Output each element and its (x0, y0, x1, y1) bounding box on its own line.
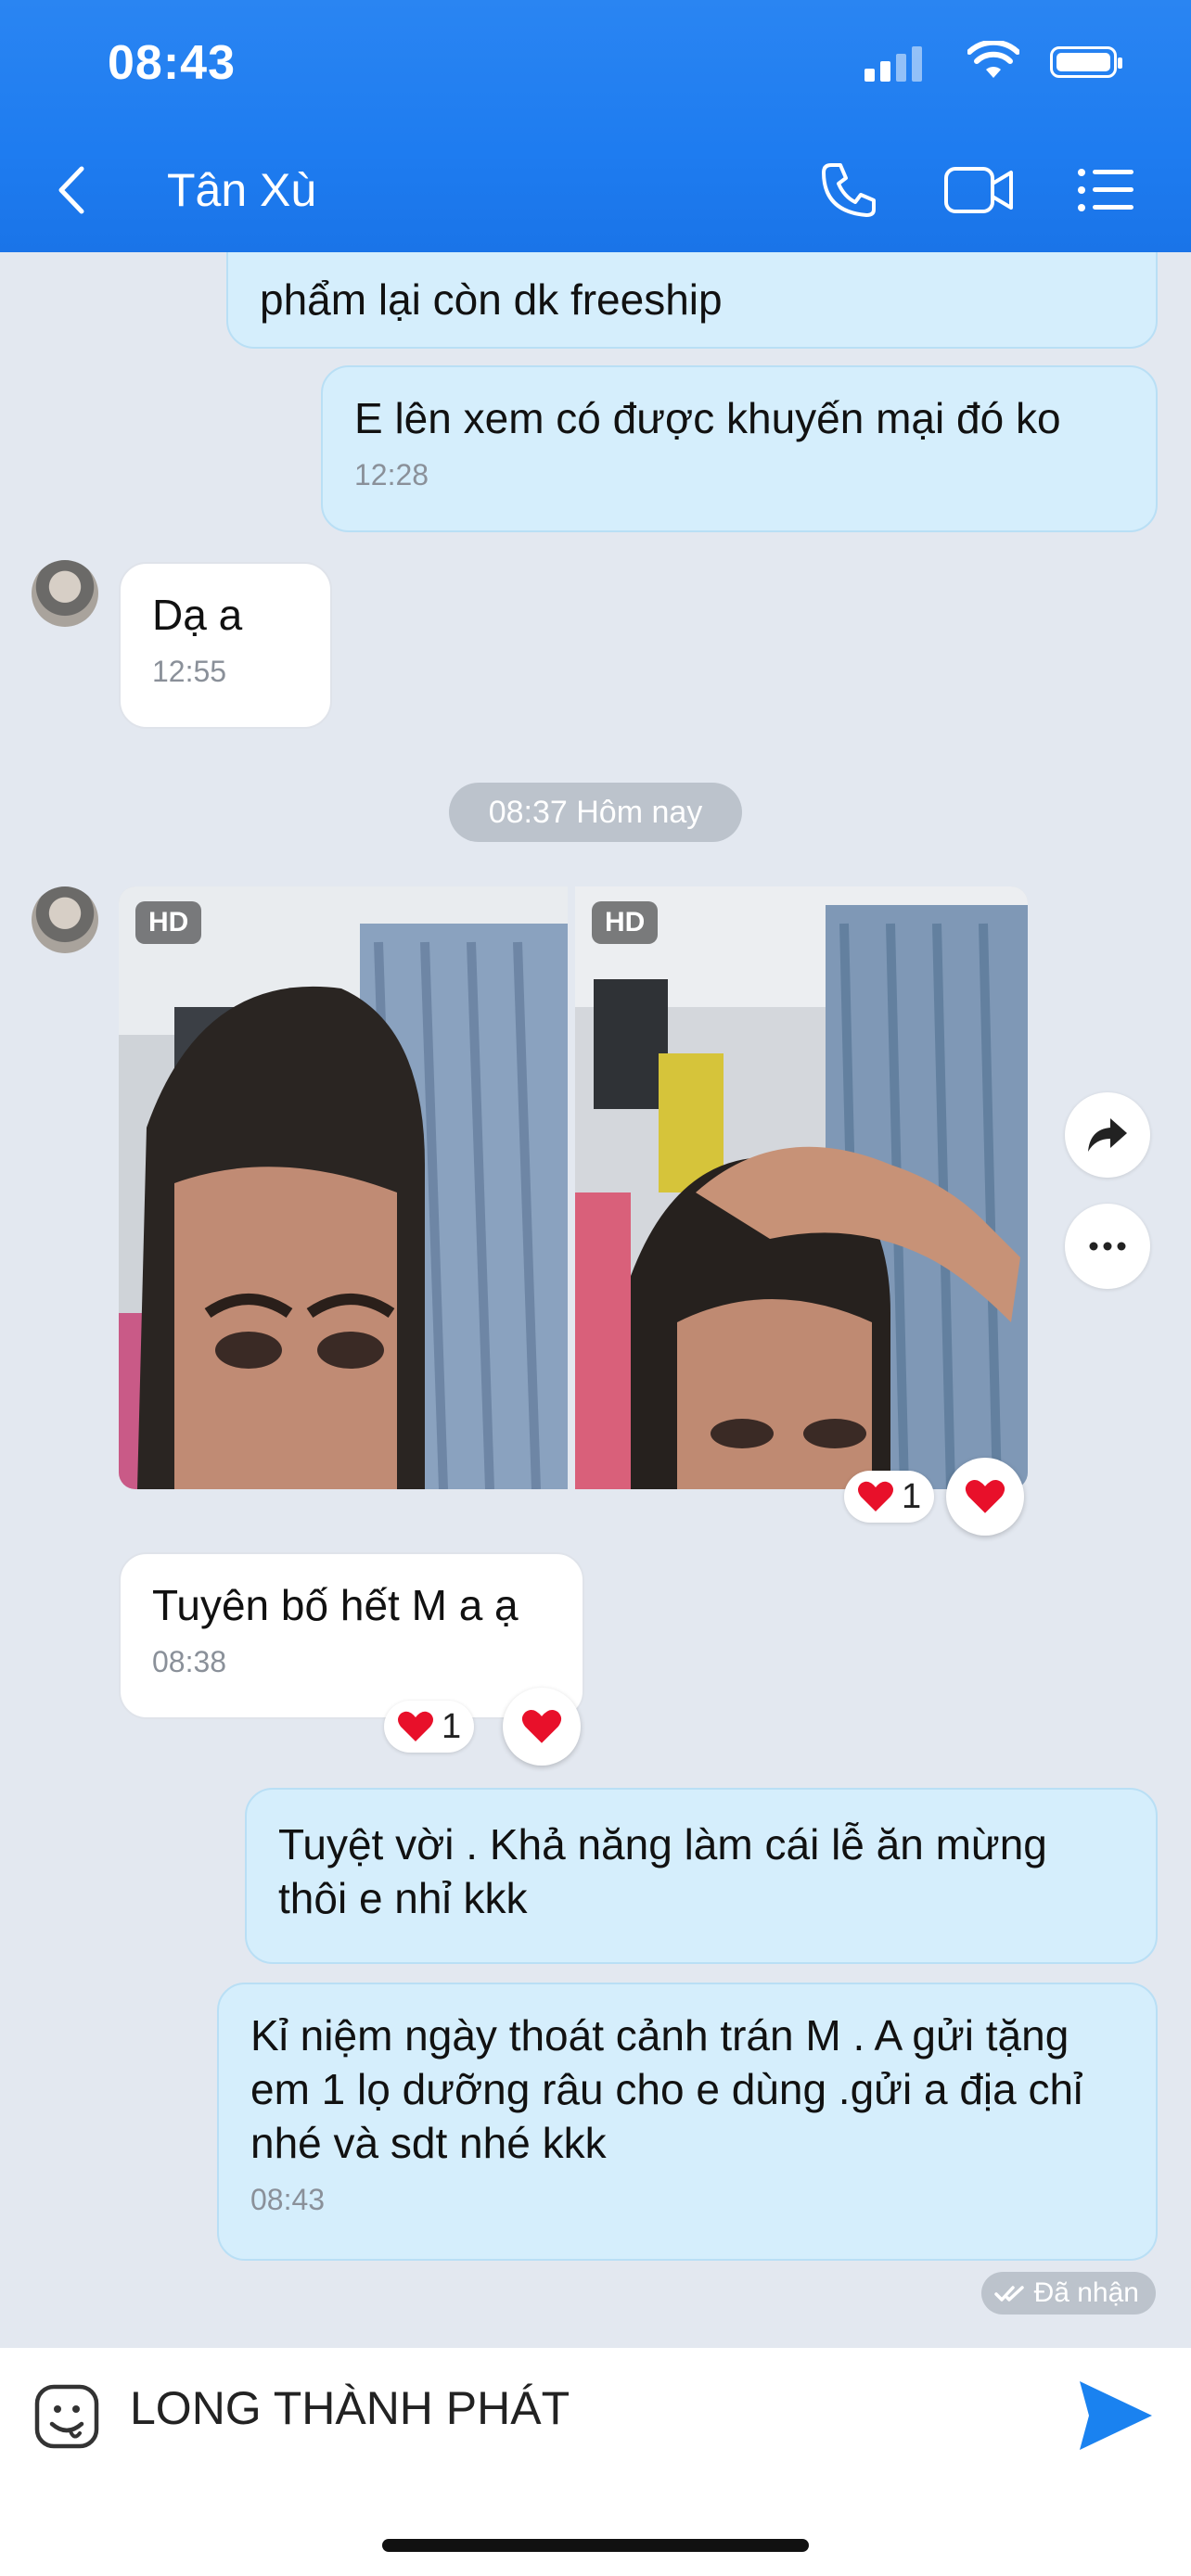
message-text: Tuyên bố hết M a ạ (152, 1581, 519, 1629)
photo-image (575, 886, 1028, 1489)
message-bubble[interactable]: Dạ a 12:55 (119, 562, 332, 729)
avatar[interactable] (32, 886, 98, 953)
status-time: 08:43 (108, 36, 236, 90)
react-button[interactable] (503, 1688, 581, 1766)
wifi-icon (967, 41, 1019, 78)
message-bubble[interactable]: Tuyệt vời . Khả năng làm cái lễ ăn mừng … (245, 1788, 1158, 1964)
contact-name[interactable]: Tân Xù (167, 163, 316, 217)
message-text: Dạ a (152, 591, 243, 639)
message-bubble[interactable]: E lên xem có được khuyến mại đó ko 12:28 (321, 365, 1158, 532)
delivery-status-badge: Đã nhận (981, 2272, 1156, 2315)
delivery-status-text: Đã nhận (1033, 2277, 1139, 2308)
home-indicator (382, 2539, 809, 2552)
reaction-summary[interactable]: 1 (384, 1701, 475, 1753)
heart-icon (521, 1709, 562, 1743)
back-icon[interactable] (56, 165, 89, 215)
date-divider: 08:37 Hôm nay (449, 783, 742, 842)
send-icon[interactable] (1076, 2376, 1156, 2455)
message-text: E lên xem có được khuyến mại đó ko (354, 394, 1061, 442)
photo-image (119, 886, 568, 1489)
message-input[interactable]: LONG THÀNH PHÁT (130, 2381, 570, 2435)
message-time: 12:55 (152, 655, 227, 688)
message-bubble[interactable]: Kỉ niệm ngày thoát cảnh trán M . A gửi t… (217, 1983, 1158, 2261)
chat-header: 08:43 Tân Xù (0, 0, 1191, 252)
photo-thumbnail[interactable]: HD (575, 886, 1028, 1489)
double-check-icon (994, 2286, 1024, 2302)
sticker-icon[interactable] (33, 2383, 100, 2450)
more-options-button[interactable] (1065, 1204, 1150, 1289)
message-bubble[interactable]: Tuyên bố hết M a ạ 08:38 (119, 1552, 584, 1719)
message-list[interactable]: phẩm lại còn dk freeship E lên xem có đư… (0, 252, 1191, 2348)
composer-bar: LONG THÀNH PHÁT (0, 2348, 1191, 2576)
heart-icon (965, 1479, 1005, 1513)
heart-icon (858, 1481, 893, 1511)
cellular-signal-icon (864, 45, 922, 82)
reaction-count: 1 (902, 1476, 922, 1516)
message-time: 08:43 (250, 2183, 326, 2216)
menu-icon[interactable] (1076, 159, 1137, 221)
message-text: phẩm lại còn dk freeship (260, 275, 723, 324)
avatar[interactable] (32, 560, 98, 627)
battery-icon (1050, 46, 1122, 78)
hd-badge: HD (592, 901, 659, 944)
more-icon (1089, 1242, 1126, 1251)
video-call-icon[interactable] (942, 159, 1017, 221)
phone-icon[interactable] (818, 159, 879, 221)
message-text: Kỉ niệm ngày thoát cảnh trán M . A gửi t… (250, 2011, 1083, 2167)
reaction-count: 1 (442, 1706, 462, 1746)
message-text: Tuyệt vời . Khả năng làm cái lễ ăn mừng … (278, 1820, 1047, 1922)
hd-badge: HD (135, 901, 202, 944)
share-icon (1088, 1118, 1127, 1152)
react-button[interactable] (946, 1458, 1024, 1536)
reaction-summary[interactable]: 1 (844, 1471, 935, 1523)
message-time: 12:28 (354, 458, 429, 491)
message-bubble[interactable]: phẩm lại còn dk freeship (226, 252, 1158, 349)
heart-icon (398, 1711, 433, 1741)
share-button[interactable] (1065, 1092, 1150, 1178)
message-time: 08:38 (152, 1645, 227, 1678)
photo-thumbnail[interactable]: HD (119, 886, 568, 1489)
